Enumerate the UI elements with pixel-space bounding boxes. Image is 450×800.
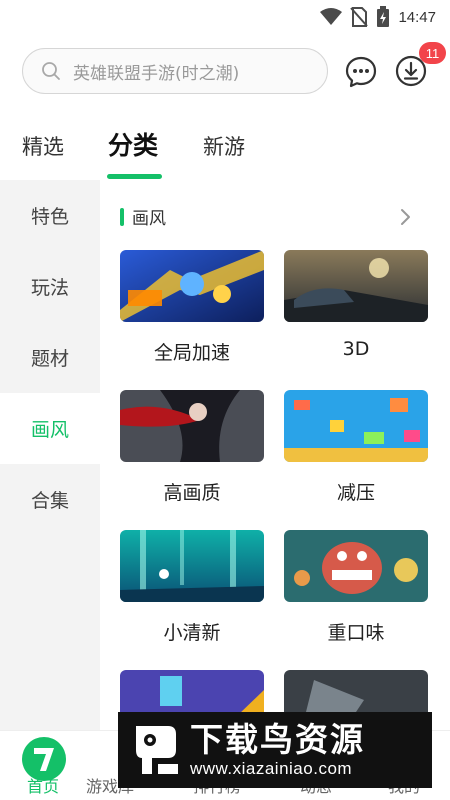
battery-charging-icon [377, 6, 390, 27]
card-label: 全局加速 [153, 342, 230, 364]
status-bar: 14:47 [0, 0, 450, 36]
watermark-url: www.xiazainiao.com [190, 759, 353, 778]
card-thumbnail [120, 390, 264, 462]
category-card-heavy-taste[interactable]: 重口味 [284, 530, 428, 645]
card-thumbnail [120, 250, 264, 322]
no-sim-icon [350, 7, 369, 27]
status-time: 14:47 [398, 8, 436, 26]
nav-home[interactable]: 首页 [27, 773, 59, 797]
section-accent-bar [120, 207, 124, 226]
card-label: 小清新 [163, 622, 221, 644]
category-card-3d[interactable]: 3D [284, 250, 428, 360]
message-icon[interactable] [344, 55, 378, 89]
sidebar-item-art-style[interactable]: 画风 [0, 393, 100, 464]
watermark-banner: 下载鸟资源 www.xiazainiao.com [118, 712, 432, 788]
category-sidebar: 特色 玩法 题材 画风 合集 [0, 180, 100, 730]
card-thumbnail [284, 390, 428, 462]
status-icons: 14:47 [320, 6, 436, 28]
card-label: 减压 [336, 482, 375, 504]
sidebar-item-gameplay[interactable]: 玩法 [0, 251, 100, 322]
search-icon [42, 62, 60, 80]
card-label: 重口味 [327, 622, 385, 644]
section-header: 画风 [120, 204, 166, 229]
tab-categories[interactable]: 分类 [108, 126, 158, 162]
search-input[interactable]: 英雄联盟手游(时之潮) [22, 48, 328, 94]
card-thumbnail [284, 530, 428, 602]
wifi-icon [320, 8, 343, 25]
bird-logo-icon [136, 726, 178, 774]
download-count-badge: 11 [419, 42, 446, 64]
card-label: 高画质 [163, 482, 221, 504]
card-label: 3D [342, 338, 370, 360]
search-placeholder: 英雄联盟手游(时之潮) [73, 63, 240, 84]
card-thumbnail [120, 530, 264, 602]
category-card-high-quality[interactable]: 高画质 [120, 390, 264, 505]
category-card-fresh[interactable]: 小清新 [120, 530, 264, 645]
tab-featured[interactable]: 精选 [22, 131, 64, 161]
tab-new-games[interactable]: 新游 [203, 131, 245, 161]
watermark-title: 下载鸟资源 [190, 720, 365, 759]
card-thumbnail [284, 250, 428, 322]
section-title: 画风 [132, 209, 166, 229]
sidebar-item-collection[interactable]: 合集 [0, 464, 100, 535]
active-tab-indicator [107, 174, 162, 179]
sidebar-item-features[interactable]: 特色 [0, 180, 100, 251]
category-card-stress-relief[interactable]: 减压 [284, 390, 428, 505]
sidebar-item-theme[interactable]: 题材 [0, 322, 100, 393]
chevron-right-icon[interactable] [398, 207, 414, 227]
category-card-global-boost[interactable]: 全局加速 [120, 250, 264, 365]
